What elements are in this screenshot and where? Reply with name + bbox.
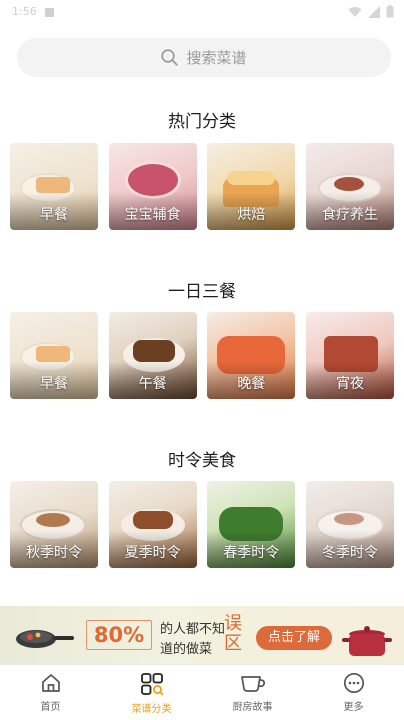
card-label: 冬季时令 bbox=[321, 545, 378, 561]
tab-home[interactable]: 首页 bbox=[0, 665, 101, 720]
signal-icon bbox=[368, 5, 380, 18]
card-label: 宝宝辅食 bbox=[124, 207, 181, 223]
tab-kitchen-stories[interactable]: 厨房故事 bbox=[202, 665, 303, 720]
card-label: 午餐 bbox=[138, 376, 167, 392]
tab-recipe-categories[interactable]: 菜谱分类 bbox=[101, 665, 202, 720]
meal-card-dinner[interactable]: 晚餐 bbox=[207, 312, 296, 399]
category-icon bbox=[140, 673, 163, 696]
section-title-hot: 热门分类 bbox=[168, 112, 236, 132]
card-label: 宵夜 bbox=[335, 376, 364, 392]
food-image-detail bbox=[227, 171, 276, 185]
card-label: 食疗养生 bbox=[321, 207, 378, 223]
banner-text-line2: 道的做菜 bbox=[160, 642, 213, 657]
card-label: 烘焙 bbox=[237, 207, 266, 223]
food-image-detail bbox=[36, 513, 70, 527]
food-image-detail bbox=[132, 511, 173, 529]
clock-text: 1:56 bbox=[12, 5, 37, 18]
cup-icon bbox=[240, 676, 265, 692]
season-card-autumn[interactable]: 秋季时令 bbox=[10, 481, 98, 568]
section-title-seasonal: 时令美食 bbox=[168, 451, 236, 471]
card-label: 夏季时令 bbox=[124, 545, 181, 561]
card-label: 早餐 bbox=[40, 207, 68, 223]
search-icon bbox=[161, 49, 179, 66]
promo-banner[interactable]: 80% 的人都不知 道的做菜 误区 点击了解 bbox=[0, 606, 404, 664]
more-icon bbox=[343, 672, 364, 694]
meal-card-lunch[interactable]: 午餐 bbox=[108, 312, 197, 399]
wifi-icon bbox=[348, 6, 362, 17]
banner-emphasis: 误区 bbox=[224, 613, 242, 654]
search-placeholder: 搜索菜谱 bbox=[186, 49, 247, 67]
food-image-detail bbox=[333, 177, 364, 191]
card-label: 秋季时令 bbox=[26, 545, 82, 561]
grid-seasonal: 秋季时令 夏季时令 春季时令 冬季时令 bbox=[10, 481, 394, 568]
food-image-detail bbox=[36, 346, 70, 362]
status-bar: 1:56 bbox=[0, 0, 404, 24]
meal-card-late-night[interactable]: 宵夜 bbox=[305, 312, 394, 399]
category-card-baby-food[interactable]: 宝宝辅食 bbox=[108, 143, 197, 230]
category-card-baking[interactable]: 烘焙 bbox=[207, 143, 296, 230]
tab-label: 厨房故事 bbox=[232, 702, 273, 713]
frying-pan-icon bbox=[16, 630, 74, 648]
category-card-therapy[interactable]: 食疗养生 bbox=[305, 143, 394, 230]
banner-text-line1: 的人都不知 bbox=[160, 622, 226, 637]
battery-icon bbox=[386, 5, 394, 18]
card-label: 晚餐 bbox=[237, 376, 266, 392]
season-card-winter[interactable]: 冬季时令 bbox=[305, 481, 394, 568]
food-image-detail bbox=[333, 513, 364, 525]
grid-hot-categories: 早餐 宝宝辅食 烘焙 食疗养生 bbox=[10, 143, 394, 230]
status-icons bbox=[348, 5, 394, 18]
bottom-tab-bar: 首页 菜谱分类 厨房故事 更多 bbox=[0, 664, 404, 720]
tab-more[interactable]: 更多 bbox=[303, 665, 404, 720]
banner-learn-more-button[interactable]: 点击了解 bbox=[256, 626, 332, 650]
status-time: 1:56 bbox=[12, 5, 54, 18]
season-card-spring[interactable]: 春季时令 bbox=[207, 481, 296, 568]
meal-card-breakfast[interactable]: 早餐 bbox=[10, 312, 98, 399]
season-card-summer[interactable]: 夏季时令 bbox=[108, 481, 197, 568]
search-inner: 搜索菜谱 bbox=[161, 47, 247, 68]
section-title-three-meals: 一日三餐 bbox=[168, 282, 236, 302]
tab-label: 更多 bbox=[343, 702, 364, 713]
food-image-detail bbox=[36, 177, 70, 193]
tab-label: 首页 bbox=[40, 702, 61, 713]
food-image-detail bbox=[132, 340, 175, 362]
tab-label: 菜谱分类 bbox=[131, 704, 172, 715]
card-label: 早餐 bbox=[40, 376, 68, 392]
notification-icon bbox=[44, 7, 54, 17]
banner-percent: 80% bbox=[86, 620, 152, 650]
category-card-breakfast[interactable]: 早餐 bbox=[10, 143, 98, 230]
home-icon bbox=[41, 674, 60, 692]
pot-icon bbox=[342, 626, 392, 656]
card-label: 春季时令 bbox=[223, 545, 280, 561]
grid-three-meals: 早餐 午餐 晚餐 宵夜 bbox=[10, 312, 394, 399]
search-bar[interactable]: 搜索菜谱 bbox=[17, 38, 391, 77]
